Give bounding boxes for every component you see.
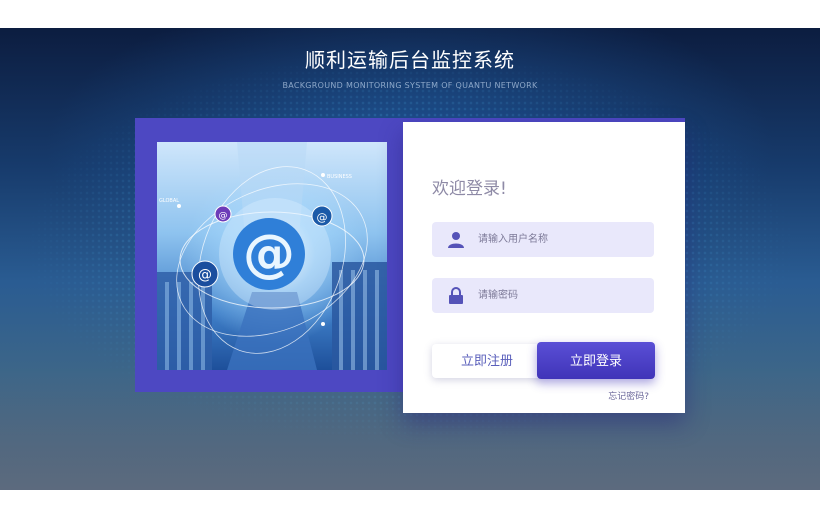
svg-text:@: @ [243, 224, 295, 284]
password-field [432, 278, 654, 313]
password-input[interactable] [478, 278, 648, 313]
welcome-heading: 欢迎登录! [432, 179, 507, 199]
svg-text:@: @ [198, 267, 212, 283]
user-icon [448, 231, 464, 248]
network-illustration: @ @ @ @ GLOBAL BUSINESS [157, 142, 387, 370]
at-bubble-top-icon: @ [214, 205, 232, 223]
illustration-label-business: BUSINESS [327, 174, 352, 180]
network-node [321, 322, 325, 326]
lock-icon [448, 287, 464, 304]
illustration-label-global: GLOBAL [159, 198, 179, 204]
svg-text:@: @ [317, 211, 328, 224]
username-field [432, 222, 654, 257]
login-panel: 欢迎登录! 立即注册 立即登录 忘记密码? [403, 122, 685, 413]
at-bubble-left-icon: @ [191, 260, 219, 288]
svg-text:@: @ [219, 211, 228, 221]
building-right [332, 262, 387, 370]
network-node [321, 173, 325, 177]
register-button[interactable]: 立即注册 [432, 344, 542, 378]
at-bubble-right-icon: @ [311, 205, 333, 227]
page-subtitle: BACKGROUND MONITORING SYSTEM OF QUANTU N… [282, 81, 538, 90]
at-symbol-icon: @ [233, 218, 305, 290]
username-input[interactable] [478, 222, 648, 257]
network-node [177, 204, 181, 208]
login-button[interactable]: 立即登录 [537, 342, 655, 379]
page-title: 顺利运输后台监控系统 [305, 48, 515, 72]
forgot-password-link[interactable]: 忘记密码? [553, 389, 649, 402]
